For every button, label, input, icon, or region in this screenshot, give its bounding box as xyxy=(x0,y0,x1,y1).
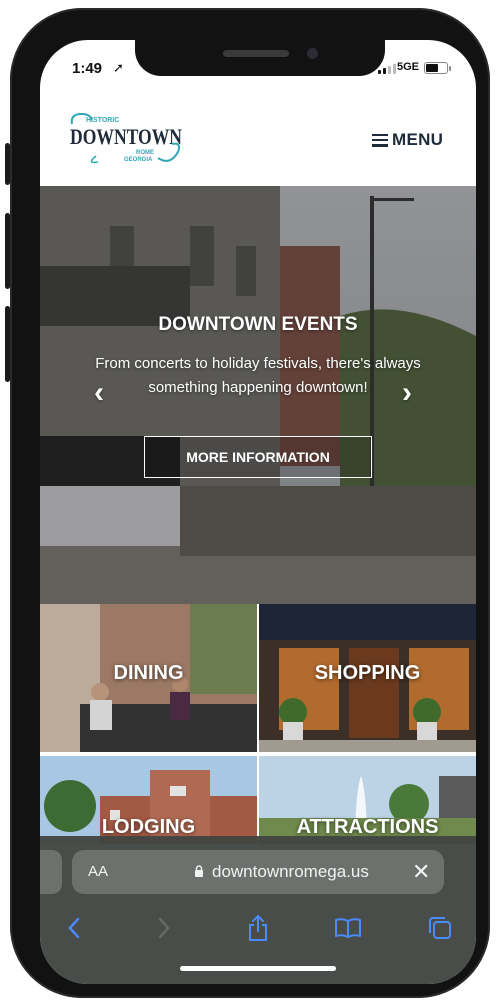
status-time: 1:49 xyxy=(72,60,103,77)
forward-button[interactable] xyxy=(144,908,184,948)
notch xyxy=(135,40,385,76)
battery-cap xyxy=(449,66,451,71)
volume-up-button xyxy=(5,213,10,289)
location-arrow-icon: ➚ xyxy=(113,60,124,75)
category-tiles: DINING SHOPPING LODGING ATTRACTIONS xyxy=(40,604,476,844)
safari-toolbar xyxy=(40,908,476,948)
more-information-button[interactable]: MORE INFORMATION xyxy=(144,436,372,478)
earpiece xyxy=(223,50,289,57)
tabs-button[interactable] xyxy=(420,908,460,948)
close-icon[interactable]: ✕ xyxy=(412,859,430,885)
battery-icon xyxy=(424,62,448,74)
share-icon xyxy=(249,914,267,941)
home-indicator[interactable] xyxy=(180,966,336,971)
chevron-right-icon xyxy=(158,917,170,939)
tile-dining-label: DINING xyxy=(113,662,184,684)
site-header: HISTORIC DOWNTOWN ROME GEORGIA MENU xyxy=(40,100,476,186)
hamburger-icon xyxy=(372,133,388,147)
lock-icon xyxy=(195,865,203,877)
tile-attractions[interactable]: ATTRACTIONS xyxy=(259,756,476,844)
reader-aa-button[interactable]: AA xyxy=(88,863,108,880)
chevron-left-icon xyxy=(68,917,80,939)
hero-title: DOWNTOWN EVENTS xyxy=(158,314,358,335)
share-button[interactable] xyxy=(238,908,278,948)
logo-historic-text: HISTORIC xyxy=(86,117,119,124)
signal-icon xyxy=(378,64,396,74)
menu-button[interactable]: MENU xyxy=(372,130,443,150)
logo-downtown-text: DOWNTOWN xyxy=(70,124,182,149)
safari-bottom-bar: AA downtownromega.us ✕ xyxy=(40,836,476,984)
tile-lodging[interactable]: LODGING xyxy=(40,756,257,844)
address-bar[interactable]: AA downtownromega.us ✕ xyxy=(72,850,444,894)
url-text: downtownromega.us xyxy=(212,862,369,881)
silent-switch xyxy=(5,143,10,185)
tabs-icon xyxy=(429,917,451,939)
network-type: 5GE xyxy=(397,61,420,73)
hero-subtitle: From concerts to holiday festivals, ther… xyxy=(95,355,421,396)
tile-dining[interactable]: DINING xyxy=(40,604,257,752)
hero-slider[interactable]: DOWNTOWN EVENTS From concerts to holiday… xyxy=(40,186,476,604)
previous-tab-pill[interactable] xyxy=(40,850,62,894)
tile-shopping[interactable]: SHOPPING xyxy=(259,604,476,752)
slider-prev-icon[interactable]: ‹ xyxy=(94,376,104,410)
slider-next-icon[interactable]: › xyxy=(402,376,412,410)
phone-screen: 1:49 ➚ 5GE HISTORIC DOWNTOWN ROME GEORGI… xyxy=(40,40,476,984)
historic-downtown-logo[interactable]: HISTORIC DOWNTOWN ROME GEORGIA xyxy=(66,108,186,168)
front-camera xyxy=(307,48,318,59)
bookmarks-button[interactable] xyxy=(328,908,368,948)
phone-frame: 1:49 ➚ 5GE HISTORIC DOWNTOWN ROME GEORGI… xyxy=(5,8,490,998)
logo-georgia-text: GEORGIA xyxy=(124,157,153,163)
tile-shopping-label: SHOPPING xyxy=(314,662,421,684)
back-button[interactable] xyxy=(54,908,94,948)
logo-rome-text: ROME xyxy=(136,150,154,156)
book-icon xyxy=(335,918,361,938)
volume-down-button xyxy=(5,306,10,382)
menu-label: MENU xyxy=(392,130,444,149)
